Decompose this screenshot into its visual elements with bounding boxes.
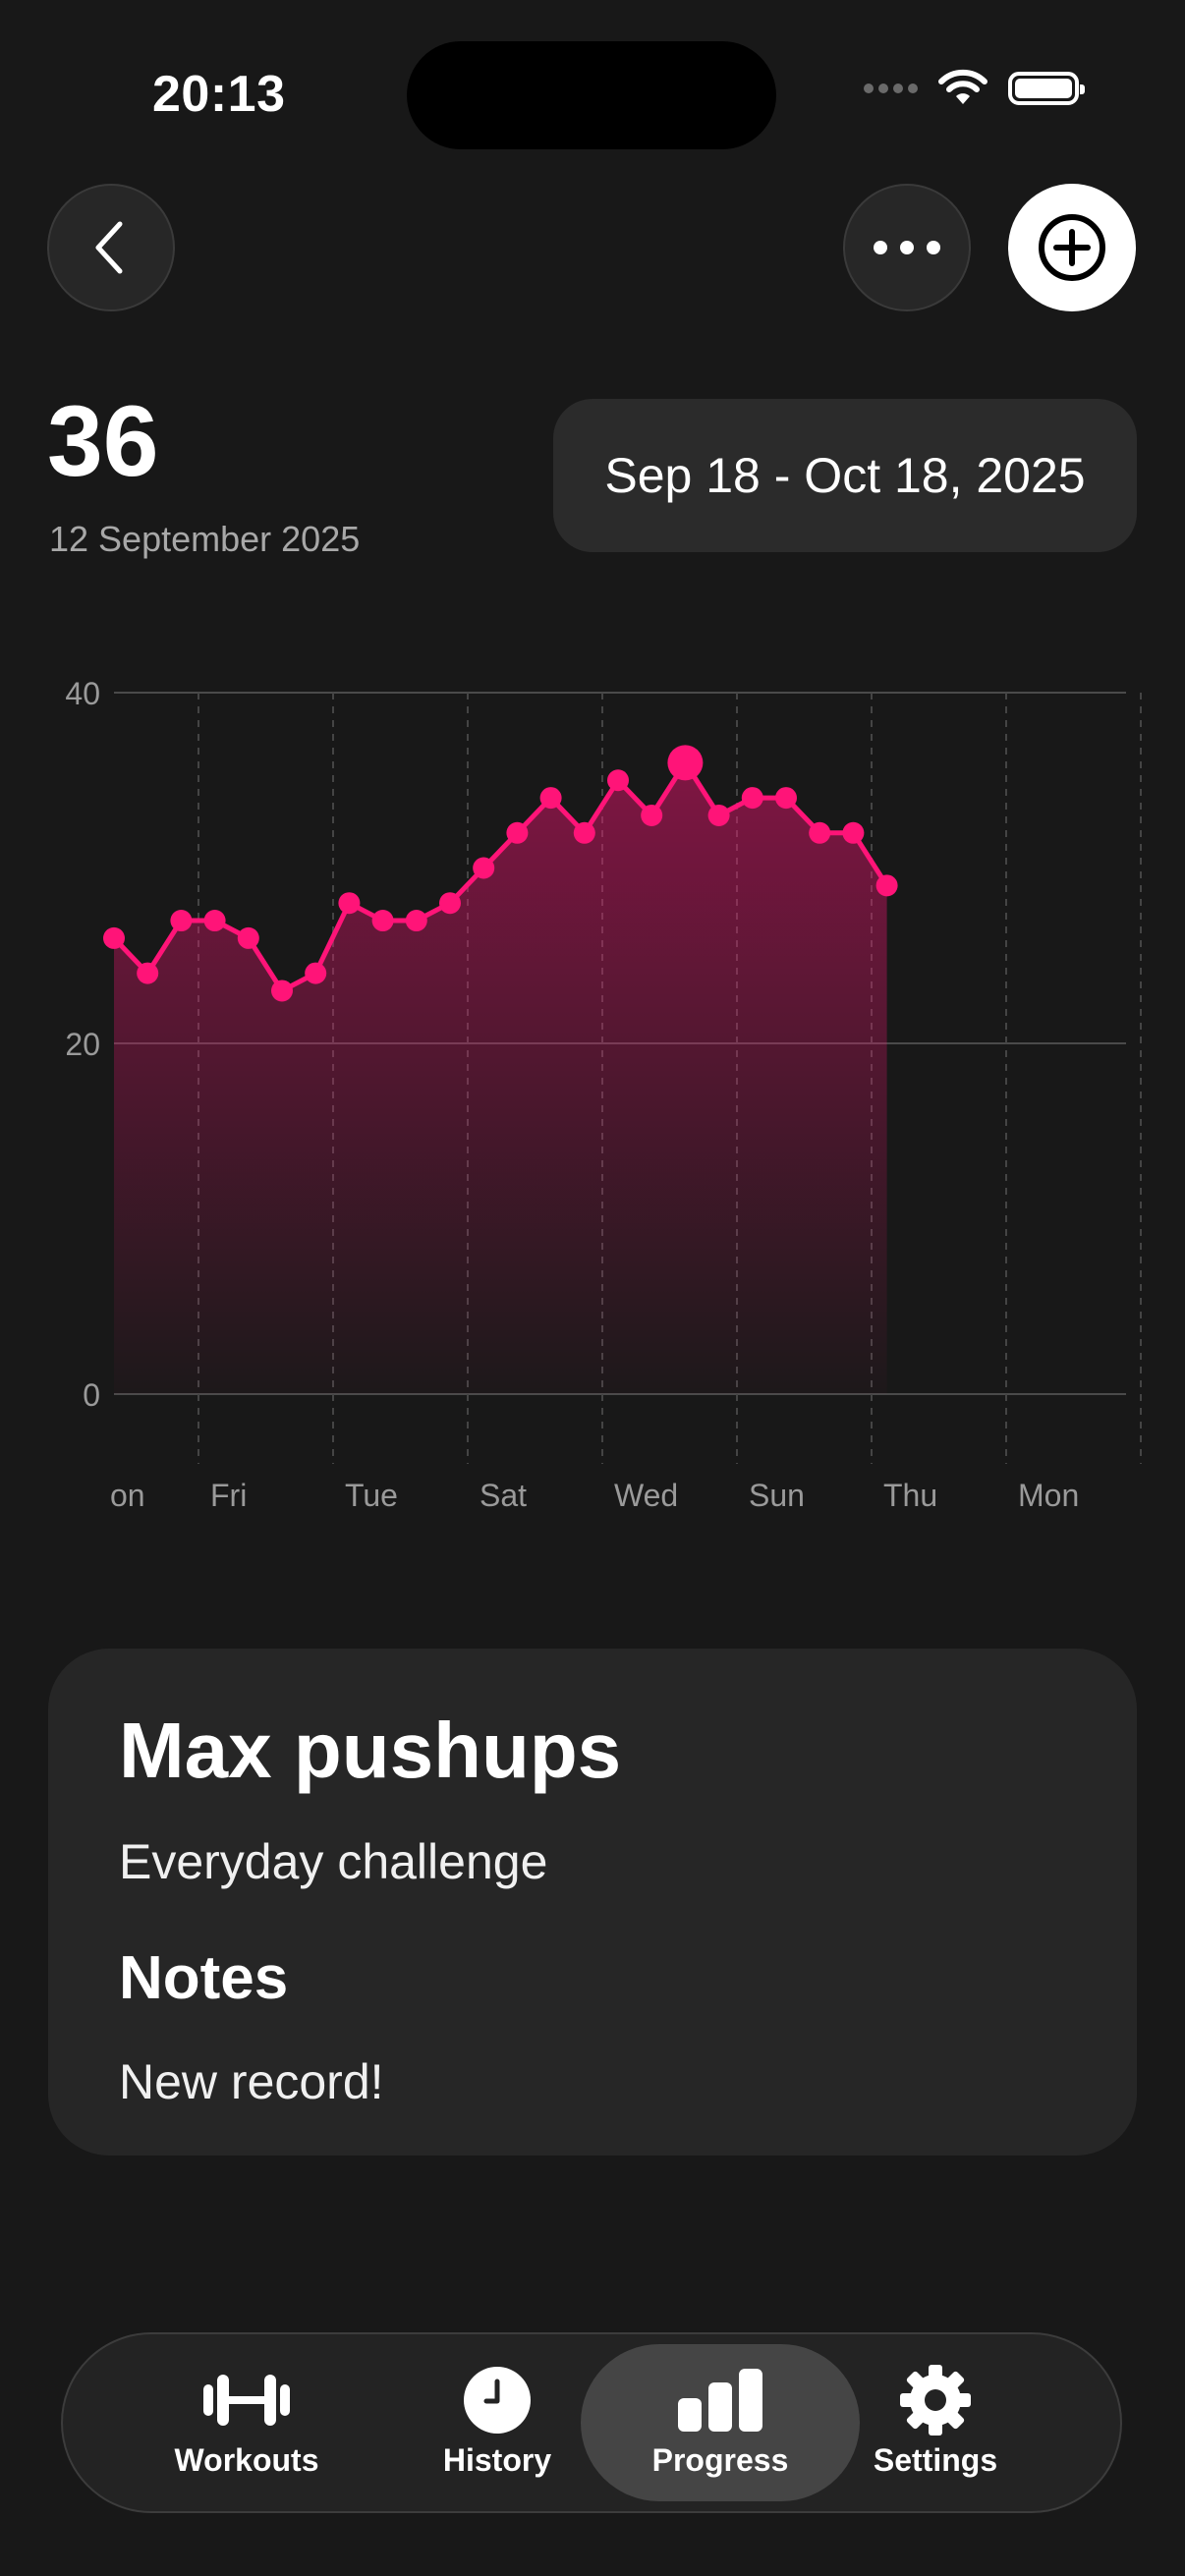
data-point[interactable] [573, 821, 595, 844]
data-point[interactable] [103, 926, 125, 949]
data-point[interactable] [842, 821, 865, 844]
data-point[interactable] [741, 787, 763, 810]
data-point[interactable] [473, 857, 495, 879]
data-point[interactable] [707, 804, 730, 826]
cellular-signal-icon [864, 84, 918, 93]
notes-heading: Notes [119, 1944, 289, 2012]
data-point[interactable] [607, 769, 629, 792]
data-point[interactable] [137, 962, 159, 984]
gear-icon [900, 2364, 971, 2436]
data-point[interactable] [338, 892, 361, 915]
more-options-button[interactable] [843, 184, 971, 311]
data-point[interactable] [237, 926, 259, 949]
x-tick-label: on [110, 1478, 145, 1513]
data-point[interactable] [875, 874, 898, 897]
status-time: 20:13 [152, 66, 286, 123]
data-point[interactable] [809, 821, 831, 844]
clock-icon [464, 2366, 531, 2434]
current-value: 36 [47, 385, 159, 497]
x-tick-label: Mon [1018, 1478, 1079, 1513]
x-tick-label: Sat [480, 1478, 527, 1513]
progress-screen: 20:13 36 12 September 2025 Sep 18 - Oct … [0, 0, 1185, 2576]
bar-chart-icon [678, 2368, 762, 2432]
workout-title: Max pushups [119, 1707, 622, 1794]
dumbbell-icon [203, 2374, 290, 2426]
tab-label: Progress [651, 2441, 789, 2478]
plus-circle-icon [1039, 214, 1105, 281]
date-range-button[interactable]: Sep 18 - Oct 18, 2025 [553, 399, 1137, 552]
x-tick-label: Tue [345, 1478, 398, 1513]
x-tick-label: Thu [883, 1478, 937, 1513]
area-fill [114, 762, 887, 1394]
ellipsis-icon [874, 241, 940, 254]
chevron-left-icon [95, 221, 123, 274]
y-tick-label: 20 [65, 1027, 100, 1062]
tab-label: Workouts [174, 2441, 319, 2478]
battery-icon [1008, 72, 1085, 105]
workout-card: Max pushups Everyday challenge Notes New… [48, 1649, 1137, 2156]
notes-text: New record! [119, 2054, 384, 2109]
x-tick-label: Wed [614, 1478, 678, 1513]
add-entry-button[interactable] [1008, 184, 1136, 311]
data-point[interactable] [203, 910, 226, 932]
tab-label: Settings [873, 2441, 998, 2478]
data-point[interactable] [305, 962, 327, 984]
y-tick-label: 40 [65, 676, 100, 711]
progress-chart[interactable]: 40 20 0 on Fri Tue Sat Wed Sun Thu Mon [0, 648, 1185, 1533]
data-point[interactable] [405, 910, 427, 932]
wifi-icon [938, 69, 988, 104]
selected-date: 12 September 2025 [49, 519, 361, 559]
tab-label: History [442, 2441, 552, 2478]
back-button[interactable] [47, 184, 175, 311]
dynamic-island [407, 41, 776, 149]
data-point[interactable] [371, 910, 394, 932]
data-point[interactable] [641, 804, 663, 826]
data-point[interactable] [775, 787, 797, 810]
tab-bar: Workouts History Progress Settings [61, 2332, 1122, 2513]
status-icons [864, 69, 1085, 108]
y-tick-label: 0 [83, 1377, 100, 1413]
tab-settings[interactable]: Settings [796, 2344, 1075, 2501]
data-point[interactable] [539, 787, 562, 810]
selected-data-point[interactable] [667, 745, 704, 781]
data-point[interactable] [506, 821, 529, 844]
data-point[interactable] [271, 980, 293, 1002]
data-point[interactable] [439, 892, 461, 915]
x-tick-label: Fri [210, 1478, 247, 1513]
data-point[interactable] [170, 910, 193, 932]
tab-workouts[interactable]: Workouts [107, 2344, 386, 2501]
workout-subtitle: Everyday challenge [119, 1834, 548, 1889]
x-tick-label: Sun [749, 1478, 805, 1513]
